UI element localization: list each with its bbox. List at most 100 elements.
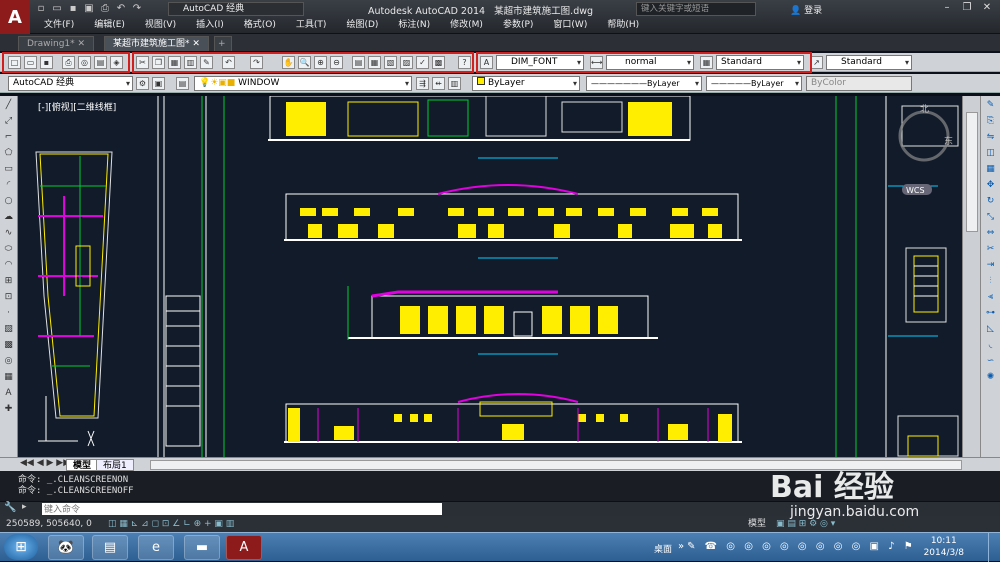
customize-icon[interactable]: ▣ [152, 77, 165, 90]
panda-app-icon[interactable]: 🐼 [48, 535, 84, 560]
scroll-thumb[interactable] [966, 112, 978, 232]
wrench-icon[interactable]: 🔧 [4, 502, 16, 513]
tray-icons[interactable]: »✎ ☎ ◎ ◎ ◎ ◎ ◎ ◎ ◎ ◎ ▣ ♪ ⚑ [678, 541, 916, 552]
trim-icon[interactable]: ✂ [984, 242, 998, 256]
multileader-style-select[interactable]: Standard ▾ [826, 55, 912, 70]
viewcube[interactable]: 北 东 WCS [898, 104, 953, 195]
region-icon[interactable]: ◎ [2, 354, 16, 368]
menu-window[interactable]: 窗口(W) [543, 18, 597, 33]
tab-supermarket[interactable]: 某超市建筑施工图* ✕ [104, 36, 209, 51]
viewcube-north[interactable]: 北 [920, 104, 929, 115]
ellipse-icon[interactable]: ⬭ [2, 242, 16, 256]
taskbar-clock[interactable]: 10:11 2014/3/8 [924, 535, 964, 559]
command-input[interactable] [42, 503, 442, 515]
explode-icon[interactable]: ✺ [984, 370, 998, 384]
break-icon[interactable]: ⫷ [984, 290, 998, 304]
layer-state-icon[interactable]: ▥ [448, 77, 461, 90]
explorer-icon[interactable]: ▬ [184, 535, 220, 560]
ellipse-arc-icon[interactable]: ◠ [2, 258, 16, 272]
workspace-settings-icon[interactable]: ⚙ [136, 77, 149, 90]
save-icon[interactable]: ▪ [66, 2, 80, 15]
desktop-label[interactable]: 桌面 [654, 542, 672, 555]
tab-drawing1[interactable]: Drawing1* ✕ [18, 36, 95, 51]
menu-dimension[interactable]: 标注(N) [388, 18, 440, 33]
login-button[interactable]: 👤 登录 [790, 3, 822, 16]
redo-icon[interactable]: ↷ [130, 2, 144, 15]
open-icon[interactable]: ▭ [50, 2, 64, 15]
fillet-icon[interactable]: ◟ [984, 338, 998, 352]
break-at-point-icon[interactable]: ⫶ [984, 274, 998, 288]
drawing-canvas[interactable]: [-][俯视][二维线框] 北 东 WCS [18, 96, 962, 457]
revcloud-icon[interactable]: ☁ [2, 210, 16, 224]
search-input[interactable]: 键入关键字或短语 [636, 2, 756, 16]
line-icon[interactable]: ╱ [2, 98, 16, 112]
spline-icon[interactable]: ∿ [2, 226, 16, 240]
erase-icon[interactable]: ✎ [984, 98, 998, 112]
menu-modify[interactable]: 修改(M) [440, 18, 493, 33]
layer-previous-icon[interactable]: ⇷ [432, 77, 445, 90]
lineweight-select[interactable]: —————ByLayer ▾ [706, 76, 802, 91]
scale-icon[interactable]: ⤡ [984, 210, 998, 224]
mirror-icon[interactable]: ⇋ [984, 130, 998, 144]
color-select[interactable]: ByLayer ▾ [472, 76, 580, 91]
circle-icon[interactable]: ○ [2, 194, 16, 208]
show-desktop-button[interactable] [988, 533, 1000, 562]
stretch-icon[interactable]: ⇔ [984, 226, 998, 240]
close-icon[interactable]: ✕ [978, 1, 996, 15]
extend-icon[interactable]: ⇥ [984, 258, 998, 272]
tab-model[interactable]: 模型 [66, 459, 99, 471]
join-icon[interactable]: ⊶ [984, 306, 998, 320]
polygon-icon[interactable]: ⬠ [2, 146, 16, 160]
insert-block-icon[interactable]: ⊞ [2, 274, 16, 288]
tab-layout1[interactable]: 布局1 [96, 459, 134, 471]
viewport-label[interactable]: [-][俯视][二维线框] [38, 101, 116, 113]
undo-icon[interactable]: ↶ [114, 2, 128, 15]
viewcube-east[interactable]: 东 [944, 135, 953, 147]
layer-properties-icon[interactable]: ▤ [176, 77, 189, 90]
menu-parameter[interactable]: 参数(P) [493, 18, 543, 33]
minimize-icon[interactable]: – [938, 1, 956, 15]
menu-edit[interactable]: 编辑(E) [84, 18, 135, 33]
command-recent-icon[interactable]: ▸ [22, 502, 27, 512]
workspace-select[interactable]: AutoCAD 经典 [168, 2, 304, 16]
close-icon[interactable]: ✕ [192, 39, 200, 49]
make-current-layer-icon[interactable]: ⇶ [416, 77, 429, 90]
menu-help[interactable]: 帮助(H) [597, 18, 649, 33]
arc-icon[interactable]: ◜ [2, 178, 16, 192]
drafting-toggles[interactable]: ◫ ▦ ⊾ ⊿ ◻ ⊡ ∠ ∟ ⊕ + ▣ ▥ [108, 516, 234, 532]
table-icon[interactable]: ▦ [2, 370, 16, 384]
point-icon[interactable]: · [2, 306, 16, 320]
rectangle-icon[interactable]: ▭ [2, 162, 16, 176]
menu-tools[interactable]: 工具(T) [286, 18, 337, 33]
print-icon[interactable]: ⎙ [98, 2, 112, 15]
tab-nav-arrows[interactable]: ◀◀ ◀ ▶ ▶▶ [20, 458, 70, 468]
make-block-icon[interactable]: ⊡ [2, 290, 16, 304]
construction-line-icon[interactable]: ⤢ [2, 114, 16, 128]
polyline-icon[interactable]: ⌐ [2, 130, 16, 144]
menu-draw[interactable]: 绘图(D) [336, 18, 388, 33]
new-tab-button[interactable]: + [214, 36, 232, 51]
autocad-logo-icon[interactable]: A [0, 0, 30, 34]
status-model[interactable]: 模型 [748, 516, 766, 532]
menu-file[interactable]: 文件(F) [34, 18, 84, 33]
close-icon[interactable]: ✕ [78, 39, 86, 49]
wcs-label[interactable]: WCS [906, 186, 925, 195]
linetype-select[interactable]: ———————ByLayer ▾ [586, 76, 702, 91]
hatch-icon[interactable]: ▨ [2, 322, 16, 336]
workspace-select-toolbar[interactable]: AutoCAD 经典 ▾ [8, 76, 133, 91]
layer-select[interactable]: 💡☀▣■ WINDOW ▾ [194, 76, 412, 91]
rotate-icon[interactable]: ↻ [984, 194, 998, 208]
array-icon[interactable]: ▦ [984, 162, 998, 176]
autocad-taskbar-icon[interactable]: A [226, 535, 262, 560]
browser-icon[interactable]: e [138, 535, 174, 560]
copy-object-icon[interactable]: ⎘ [984, 114, 998, 128]
offset-icon[interactable]: ◫ [984, 146, 998, 160]
start-button[interactable]: ⊞ [4, 534, 38, 560]
vertical-scrollbar[interactable] [962, 96, 980, 457]
menu-insert[interactable]: 插入(I) [186, 18, 234, 33]
blend-icon[interactable]: ∽ [984, 354, 998, 368]
saveas-icon[interactable]: ▣ [82, 2, 96, 15]
add-selected-icon[interactable]: ✚ [2, 402, 16, 416]
menu-format[interactable]: 格式(O) [234, 18, 286, 33]
new-icon[interactable]: ▫ [34, 2, 48, 15]
